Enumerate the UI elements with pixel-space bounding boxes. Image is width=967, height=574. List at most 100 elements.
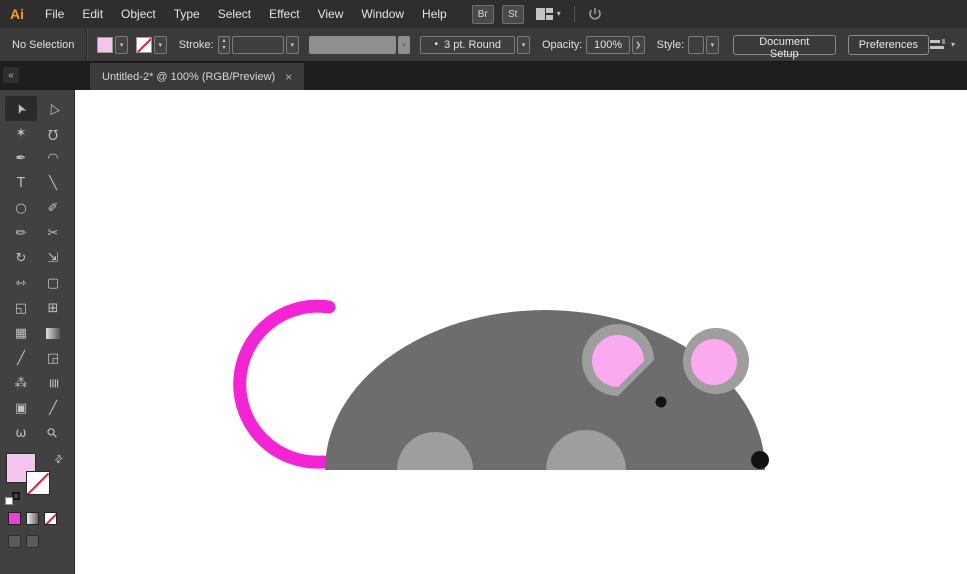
tool-scissors-tool[interactable]: ✂ [37,221,69,246]
paint-mode-buttons [0,512,74,525]
color-mode-button[interactable] [8,512,21,525]
tool-perspective-grid-tool[interactable]: ⊞ [37,296,69,321]
menu-edit[interactable]: Edit [73,7,112,21]
tool-column-graph-tool[interactable]: ≣ [37,371,69,396]
tool-hand-tool[interactable]: ω [5,421,37,446]
tool-gradient-tool[interactable] [37,321,69,346]
tool-pencil-tool[interactable]: ✏ [5,221,37,246]
control-bar: No Selection ▾ ▾ Stroke: ▴ ▾ ▾ ▾ • 3 pt.… [0,28,967,62]
caret-down-icon: ▾ [710,41,715,49]
chevron-right-icon: ❯ [635,41,642,49]
style-label: Style: [656,38,685,51]
stroke-weight-field[interactable] [232,35,284,54]
document-setup-button[interactable]: Document Setup [732,34,836,60]
selection-status: No Selection [12,38,75,51]
width-profile-dropdown [308,35,396,54]
menu-file[interactable]: File [36,7,73,21]
menu-select[interactable]: Select [209,7,260,21]
stroke-proxy[interactable] [26,471,50,495]
tool-magic-wand-tool[interactable]: ✶ [5,121,37,146]
panel-options-toggle[interactable]: ▾ [929,38,955,52]
menu-object[interactable]: Object [112,7,165,21]
stroke-color-dropdown[interactable]: ▾ [153,35,167,54]
preferences-button[interactable]: Preferences [847,34,930,55]
menubar: Ai File Edit Object Type Select Effect View Win… [0,0,967,28]
menu-type[interactable]: Type [165,7,209,21]
tool-shape-builder-tool[interactable]: ◱ [5,296,37,321]
opacity-label: Opacity: [541,38,583,51]
tool-eyedropper-tool[interactable]: ╱ [5,346,37,371]
caret-down-icon: ▾ [521,41,526,49]
fill-color-dropdown[interactable]: ▾ [115,35,129,54]
tool-line-segment-tool[interactable]: ╲ [37,171,69,196]
menu-help[interactable]: Help [413,7,456,21]
menu-effect[interactable]: Effect [260,7,308,21]
style-caret[interactable]: ▾ [705,35,719,54]
workspace-switcher[interactable]: ▾ [535,8,561,20]
appbar-right: Br St ▾ [471,4,602,24]
tool-zoom-tool[interactable]: ⚲ [37,421,69,446]
menu-view[interactable]: View [309,7,353,21]
tool-rotate-tool[interactable]: ↻ [5,246,37,271]
tool-direct-selection-tool[interactable]: ▷ [37,96,69,121]
stock-button[interactable]: St [501,4,524,24]
collapse-panel-button[interactable]: « [3,67,19,83]
gpu-performance-icon[interactable] [588,7,602,21]
tool-scale-tool[interactable]: ⇲ [37,246,69,271]
tool-curvature-tool[interactable]: ◠ [37,146,69,171]
swap-fill-stroke-icon[interactable]: ⇄ [52,453,66,467]
draw-mode-button[interactable] [8,535,21,548]
mode-buttons [0,535,74,548]
tool-free-transform-tool[interactable]: ▢ [37,271,69,296]
tool-blend-tool[interactable]: ◲ [37,346,69,371]
none-mode-button[interactable] [44,512,57,525]
caret-down-icon: ▾ [402,41,406,49]
tool-paintbrush-tool[interactable]: ✐ [37,196,69,221]
brush-dropdown[interactable]: • 3 pt. Round [420,35,516,54]
tool-ellipse-tool[interactable]: ○ [5,196,37,221]
screen-mode-button[interactable] [26,535,39,548]
caret-down-icon: ▾ [119,41,124,49]
mouse-illustration [233,299,769,470]
mouse-nose[interactable] [751,451,769,469]
mouse-tail[interactable] [233,299,336,469]
stroke-swatch[interactable] [136,36,152,53]
tools-panel: ➤ ▷ ✶ Ω ✒ ◠ T ╲ ○ ✐ ✏ ✂ ↻ ⇲ ⇿ ▢ ◱ ⊞ ▦ ╱ ◲ ⁂ ≣ ▣ ╱ ω ⚲ ⇄ [0,90,75,574]
collapse-chevrons-icon: « [8,69,14,81]
tools-grid: ➤ ▷ ✶ Ω ✒ ◠ T ╲ ○ ✐ ✏ ✂ ↻ ⇲ ⇿ ▢ ◱ ⊞ ▦ ╱ ◲ ⁂ ≣ ▣ ╱ ω ⚲ [0,90,74,446]
tool-type-tool[interactable]: T [5,171,37,196]
stepper-up-icon[interactable]: ▴ [222,38,225,45]
document-tab[interactable]: Untitled-2* @ 100% (RGB/Preview) × [90,63,305,90]
tool-mesh-tool[interactable]: ▦ [5,321,37,346]
tool-symbol-sprayer-tool[interactable]: ⁂ [5,371,37,396]
opacity-chevron[interactable]: ❯ [631,35,645,54]
tool-lasso-tool[interactable]: Ω [37,121,69,146]
stepper-down-icon[interactable]: ▾ [222,45,225,52]
tool-slice-tool[interactable]: ╱ [37,396,69,421]
tool-width-tool[interactable]: ⇿ [5,271,37,296]
tool-pen-tool[interactable]: ✒ [5,146,37,171]
caret-down-icon: ▾ [951,39,956,49]
width-profile-caret: ▾ [397,35,411,54]
stroke-label: Stroke: [178,38,214,51]
artboard-canvas[interactable] [75,90,967,574]
caret-down-icon: ▾ [290,41,294,49]
fill-stroke-proxy: ⇄ [0,452,74,510]
default-fill-stroke-icon[interactable] [5,492,20,505]
stroke-weight-stepper[interactable]: ▴ ▾ [217,35,231,54]
fill-swatch[interactable] [97,36,114,53]
tool-artboard-tool[interactable]: ▣ [5,396,37,421]
workspace-layout-icon [535,8,553,20]
mouse-ear-right-inner[interactable] [691,339,737,385]
gradient-mode-button[interactable] [26,512,39,525]
style-field[interactable] [688,35,704,54]
tool-selection-tool[interactable]: ➤ [5,96,37,121]
menu-window[interactable]: Window [352,7,413,21]
mouse-eye[interactable] [655,396,667,408]
opacity-field[interactable]: 100% [586,35,630,54]
brush-caret[interactable]: ▾ [517,35,530,54]
bridge-button[interactable]: Br [471,4,494,24]
close-icon[interactable]: × [285,70,292,84]
menubar-menus: File Edit Object Type Select Effect View Window… [36,7,456,21]
stroke-weight-dropdown[interactable]: ▾ [285,35,299,54]
